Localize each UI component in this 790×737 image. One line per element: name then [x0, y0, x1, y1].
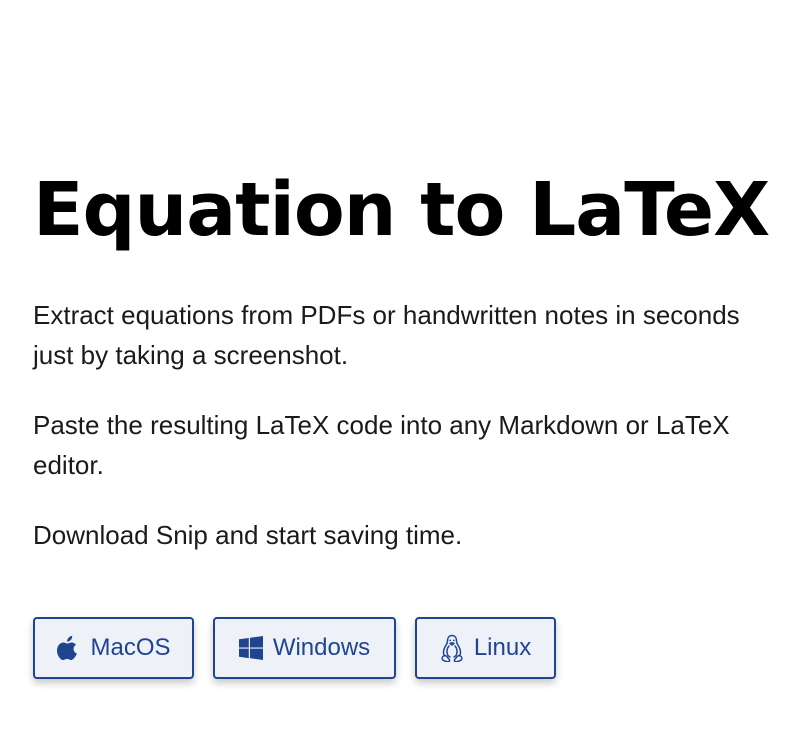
linux-tux-icon: [440, 634, 464, 662]
download-macos-button[interactable]: MacOS: [33, 617, 194, 679]
apple-icon: [56, 635, 80, 661]
download-linux-label: Linux: [473, 634, 532, 661]
download-windows-label: Windows: [272, 634, 371, 661]
download-buttons: MacOS Windows Linux: [33, 617, 556, 679]
download-windows-button[interactable]: Windows: [213, 617, 396, 679]
download-linux-button[interactable]: Linux: [415, 617, 556, 679]
hero-section: Equation to LaTeX Extract equations from…: [33, 160, 773, 555]
page-title: Equation to LaTeX: [33, 167, 770, 253]
windows-icon: [238, 636, 263, 660]
description-paragraph-download: Download Snip and start saving time.: [33, 520, 463, 550]
description-paragraph-extract: Extract equations from PDFs or handwritt…: [33, 300, 740, 370]
download-macos-label: MacOS: [90, 634, 171, 661]
description-paragraph-paste: Paste the resulting LaTeX code into any …: [33, 410, 730, 480]
